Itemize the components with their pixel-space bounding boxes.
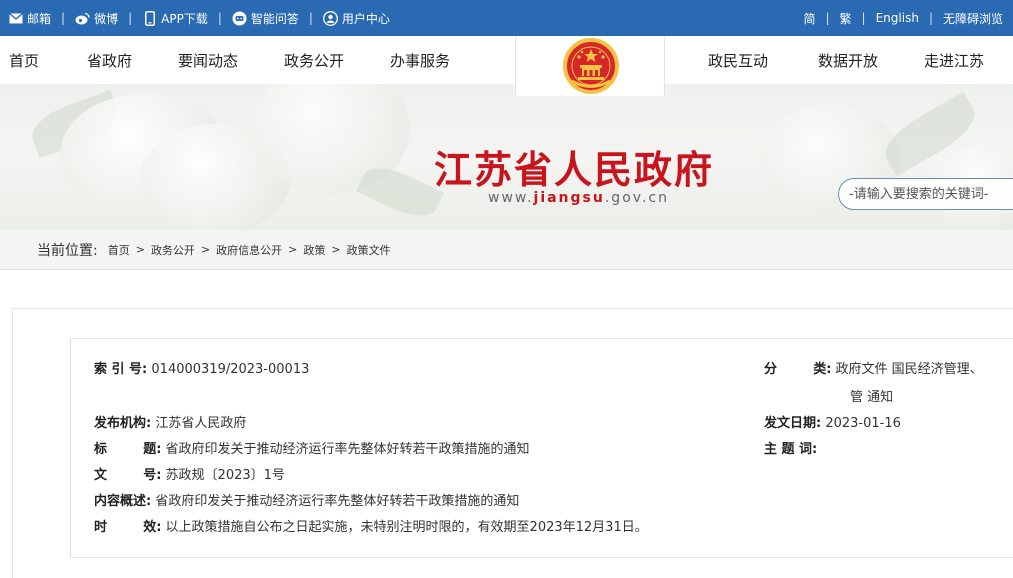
issue-date-row: 发文日期: 2023-01-16 [764,412,901,431]
english-link[interactable]: English [876,11,919,25]
nav-item-about-jiangsu[interactable]: 走进江苏 [924,50,984,71]
category-label: 分 类: [764,362,832,377]
summary-value: 省政府印发关于推动经济运行率先整体好转若干政策措施的通知 [155,494,520,509]
title-row: 标 题: 省政府印发关于推动经济运行率先整体好转若干政策措施的通知 [94,438,530,457]
divider: | [861,11,866,25]
simplified-chinese-link[interactable]: 简 [803,10,815,27]
breadcrumb: 当前位置: 首页 > 政务公开 > 政府信息公开 > 政策 > 政策文件 [0,230,1013,270]
nav-item-interaction[interactable]: 政民互动 [708,50,768,71]
search-input[interactable] [838,178,1013,210]
emblem-tab [515,36,665,96]
breadcrumb-label: 当前位置: [37,242,98,259]
category-row: 分 类: 政府文件 国民经济管理、 [764,358,983,377]
category-value: 政府文件 国民经济管理、 [835,362,983,377]
weibo-label: 微博 [94,11,119,26]
app-download-link[interactable]: APP下载 [142,10,208,27]
mail-link[interactable]: 邮箱 [8,10,51,27]
divider: | [825,11,830,25]
nav-item-provincial-government[interactable]: 省政府 [87,50,132,71]
issue-date-value: 2023-01-16 [825,416,901,431]
divider: | [217,11,222,25]
smart-qa-link[interactable]: 智能问答 [232,10,299,27]
traditional-chinese-link[interactable]: 繁 [840,10,852,27]
user-icon [322,10,338,26]
main-nav: 首页 省政府 要闻动态 政务公开 办事服务 政民互动 数据开放 走进江苏 [0,36,1013,84]
breadcrumb-separator: > [331,243,341,256]
index-number-value: 014000319/2023-00013 [151,362,310,377]
breadcrumb-home[interactable]: 首页 [108,242,130,258]
issuer-row: 发布机构: 江苏省人民政府 [94,412,246,431]
nav-item-services[interactable]: 办事服务 [390,50,450,71]
smart-qa-label: 智能问答 [250,11,299,26]
nav-item-open-data[interactable]: 数据开放 [818,50,878,71]
index-number-label: 索 引 号: [94,362,148,377]
issue-date-label: 发文日期: [764,416,822,431]
national-emblem-icon [563,38,619,94]
breadcrumb-separator: > [288,243,298,256]
issuer-label: 发布机构: [94,416,152,431]
mail-icon [8,11,23,26]
topbar-right-links: 简 | 繁 | English | 无障碍浏览 [803,0,1003,36]
divider: | [128,11,133,25]
app-download-label: APP下载 [161,11,208,26]
weibo-link[interactable]: 微博 [75,10,118,27]
breadcrumb-policy-documents[interactable]: 政策文件 [347,242,391,258]
summary-label: 内容概述: [94,494,152,509]
validity-row: 时 效: 以上政策措施自公布之日起实施，未特别注明时限的，有效期至2023年12… [94,516,648,535]
title-value: 省政府印发关于推动经济运行率先整体好转若干政策措施的通知 [165,442,530,457]
validity-label: 时 效: [94,520,162,535]
document-number-label: 文 号: [94,468,162,483]
site-url: www.jiangsu.gov.cn [488,190,669,206]
nav-item-news[interactable]: 要闻动态 [178,50,238,71]
divider: | [61,11,66,25]
nav-item-government-affairs[interactable]: 政务公开 [284,50,344,71]
summary-row: 内容概述: 省政府印发关于推动经济运行率先整体好转若干政策措施的通知 [94,490,519,509]
subject-label: 主 题 词: [764,442,818,457]
breadcrumb-separator: > [200,243,211,256]
category-continued: 管 通知 [850,390,894,405]
decorative-leaf [356,158,444,226]
top-utility-bar: 邮箱 | 微博 | APP下载 | 智能问答 | 用户中心 简 | 繁 | En… [0,0,1013,36]
breadcrumb-policy[interactable]: 政策 [303,242,325,258]
robot-icon [232,11,247,26]
title-label: 标 题: [94,442,162,457]
site-title: 江苏省人民政府 [434,147,715,192]
user-center-link[interactable]: 用户中心 [322,10,390,27]
url-suffix: .gov.cn [604,190,669,206]
topbar-left-links: 邮箱 | 微博 | APP下载 | 智能问答 | 用户中心 [8,0,390,36]
nav-item-home[interactable]: 首页 [9,50,39,71]
issuer-value: 江苏省人民政府 [155,416,247,431]
breadcrumb-info-disclosure[interactable]: 政府信息公开 [216,242,282,258]
divider: | [308,11,313,25]
divider: | [928,11,933,25]
url-main: jiangsu [533,190,605,206]
user-center-label: 用户中心 [341,11,390,26]
validity-value: 以上政策措施自公布之日起实施，未特别注明时限的，有效期至2023年12月31日。 [165,520,648,535]
phone-icon [142,10,157,26]
subject-row: 主 题 词: [764,438,817,457]
accessibility-link[interactable]: 无障碍浏览 [943,10,1003,27]
breadcrumb-government-affairs[interactable]: 政务公开 [151,242,195,258]
weibo-icon [75,11,90,26]
mail-label: 邮箱 [27,11,52,26]
breadcrumb-separator: > [135,243,145,256]
document-number-value: 苏政规〔2023〕1号 [165,468,285,483]
url-prefix: www. [488,190,534,206]
index-number-row: 索 引 号: 014000319/2023-00013 [94,358,309,377]
document-number-row: 文 号: 苏政规〔2023〕1号 [94,464,285,483]
